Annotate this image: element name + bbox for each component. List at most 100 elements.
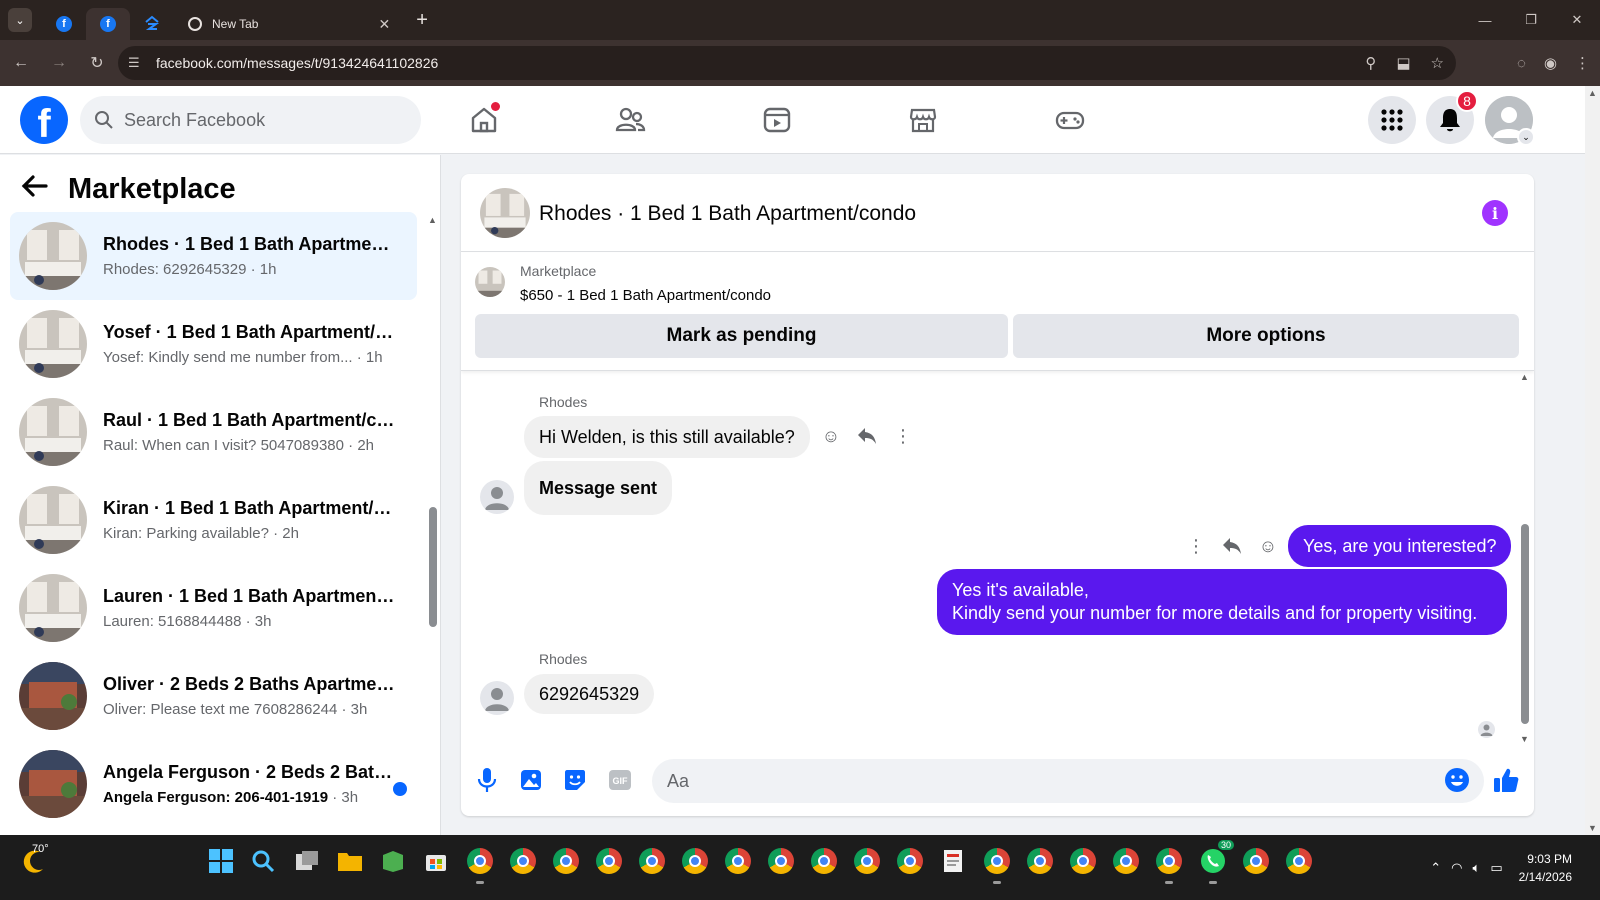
chrome-icon[interactable] — [509, 847, 537, 875]
search-input[interactable] — [124, 109, 404, 131]
chrome-icon[interactable] — [1285, 847, 1313, 875]
conversation-item-rhodes[interactable]: Rhodes · 1 Bed 1 Bath Apartment/condo Rh… — [10, 212, 417, 300]
battery-icon[interactable]: ▭ — [1490, 860, 1502, 876]
chat-title[interactable]: Rhodes · 1 Bed 1 Bath Apartment/condo — [539, 202, 916, 226]
extension-icon[interactable]: ◌ — [1517, 55, 1526, 72]
conversation-item-angela[interactable]: Angela Ferguson · 2 Beds 2 Baths Apartme… — [10, 740, 417, 828]
chrome-icon[interactable] — [1026, 847, 1054, 875]
close-icon[interactable]: ✕ — [378, 16, 390, 33]
close-window-icon[interactable]: ✕ — [1554, 0, 1600, 40]
search-icon[interactable] — [249, 847, 277, 875]
scroll-up-icon[interactable]: ▲ — [1588, 88, 1597, 98]
message-input[interactable] — [652, 759, 1484, 803]
conversation-item-lauren[interactable]: Lauren · 1 Bed 1 Bath Apartment/condo La… — [10, 564, 417, 652]
chrome-icon[interactable] — [595, 847, 623, 875]
chrome-icon[interactable] — [853, 847, 881, 875]
task-view-icon[interactable] — [293, 847, 321, 875]
listing-thumbnail[interactable] — [480, 188, 530, 238]
marketplace-icon[interactable] — [905, 102, 941, 138]
minimize-icon[interactable]: — — [1462, 0, 1508, 40]
chrome-icon[interactable] — [638, 847, 666, 875]
avatar[interactable] — [480, 681, 514, 715]
wifi-icon[interactable]: ◠ — [1451, 860, 1462, 876]
conversation-item-oliver[interactable]: Oliver · 2 Beds 2 Baths Apartment/condo … — [10, 652, 417, 740]
scroll-down-icon[interactable]: ▼ — [1588, 823, 1597, 833]
more-actions-icon[interactable]: ⋮ — [893, 426, 913, 446]
chrome-icon[interactable] — [1112, 847, 1140, 875]
url-field[interactable]: ☰ facebook.com/messages/t/91342464110282… — [118, 46, 1456, 80]
chat-scrollbar[interactable]: ▲ ▼ — [1519, 372, 1531, 744]
photo-icon[interactable] — [517, 766, 545, 794]
mark-as-pending-button[interactable]: Mark as pending — [475, 314, 1008, 358]
chrome-icon[interactable] — [810, 847, 838, 875]
document-app-icon[interactable] — [939, 847, 967, 875]
notifications-button[interactable]: 8 — [1426, 90, 1478, 144]
chrome-icon[interactable] — [983, 847, 1011, 884]
react-emoji-icon[interactable]: ☺ — [821, 426, 841, 446]
reply-icon[interactable] — [857, 426, 877, 446]
tab-zillow[interactable] — [130, 8, 174, 40]
video-icon[interactable] — [759, 102, 795, 138]
message-bubble[interactable]: Message sent — [524, 461, 673, 515]
windows-start-icon[interactable] — [207, 847, 235, 875]
conversation-item-kiran[interactable]: Kiran · 1 Bed 1 Bath Apartment/condo Kir… — [10, 476, 417, 564]
more-actions-icon[interactable]: ⋮ — [1186, 536, 1206, 556]
forward-icon[interactable]: → — [42, 46, 76, 80]
message-bubble[interactable]: 6292645329 — [524, 674, 655, 714]
info-icon[interactable]: i — [1482, 200, 1508, 226]
gaming-icon[interactable] — [1052, 102, 1088, 138]
maximize-icon[interactable]: ❐ — [1508, 0, 1554, 40]
chrome-icon[interactable] — [466, 847, 494, 884]
chrome-icon[interactable] — [1242, 847, 1270, 875]
tab-search-button[interactable]: ⌄ — [8, 8, 32, 32]
clock[interactable]: 9:03 PM 2/14/2026 — [1519, 850, 1572, 886]
microphone-icon[interactable] — [473, 766, 501, 794]
store-icon[interactable] — [422, 847, 450, 875]
tab-facebook-1[interactable]: f — [42, 8, 86, 40]
chrome-icon[interactable] — [724, 847, 752, 875]
thumbs-up-icon[interactable] — [1492, 766, 1520, 794]
volume-icon[interactable]: 🔈︎ — [1473, 860, 1481, 876]
site-info-icon[interactable]: ☰ — [128, 55, 152, 71]
back-arrow-icon[interactable] — [20, 173, 56, 205]
scrollbar-thumb[interactable] — [1521, 524, 1529, 724]
chrome-icon[interactable] — [896, 847, 924, 875]
back-icon[interactable]: ← — [4, 46, 38, 80]
chrome-icon[interactable] — [1155, 847, 1183, 884]
conversation-item-yosef[interactable]: Yosef · 1 Bed 1 Bath Apartment/condo Yos… — [10, 300, 417, 388]
emoji-icon[interactable] — [1443, 766, 1471, 794]
show-hidden-icons-chevron-icon[interactable]: ⌃ — [1430, 860, 1441, 876]
excel-like-icon[interactable] — [379, 847, 407, 875]
facebook-logo-icon[interactable]: f — [20, 96, 68, 144]
bookmark-star-icon[interactable]: ☆ — [1431, 54, 1444, 72]
scroll-up-icon[interactable]: ▲ — [1520, 372, 1529, 382]
menu-icon[interactable]: ⋮ — [1575, 54, 1590, 72]
friends-icon[interactable] — [612, 102, 648, 138]
sticker-icon[interactable] — [561, 766, 589, 794]
menu-grid-button[interactable] — [1368, 96, 1416, 144]
message-bubble-outgoing[interactable]: Yes, are you interested? — [1288, 525, 1512, 567]
scroll-down-icon[interactable]: ▼ — [1520, 734, 1529, 744]
page-scrollbar[interactable]: ▲ ▼ — [1585, 86, 1600, 835]
tab-facebook-active[interactable]: f — [86, 8, 130, 40]
tab-new-tab[interactable]: New Tab ✕ — [174, 8, 404, 40]
search-box[interactable] — [80, 96, 421, 144]
chrome-icon[interactable] — [681, 847, 709, 875]
avatar[interactable] — [480, 480, 514, 514]
install-icon[interactable]: ⬓ — [1396, 54, 1410, 72]
home-icon[interactable] — [466, 102, 502, 138]
chrome-icon[interactable] — [1069, 847, 1097, 875]
message-bubble[interactable]: Hi Welden, is this still available? — [524, 416, 810, 458]
new-tab-button[interactable]: + — [416, 9, 428, 32]
message-bubble-outgoing[interactable]: Yes it's available, Kindly send your num… — [937, 569, 1507, 635]
more-options-button[interactable]: More options — [1013, 314, 1519, 358]
chrome-icon[interactable] — [552, 847, 580, 875]
reload-icon[interactable]: ↻ — [80, 46, 114, 80]
account-avatar-button[interactable]: ⌄ — [1485, 96, 1535, 146]
whatsapp-icon[interactable]: 30 — [1199, 839, 1235, 884]
react-emoji-icon[interactable]: ☺ — [1258, 536, 1278, 556]
zoom-icon[interactable]: ⚲ — [1365, 54, 1376, 72]
profile-icon[interactable]: ◉ — [1544, 54, 1557, 72]
scrollbar-thumb[interactable] — [429, 507, 437, 627]
chrome-icon[interactable] — [767, 847, 795, 875]
